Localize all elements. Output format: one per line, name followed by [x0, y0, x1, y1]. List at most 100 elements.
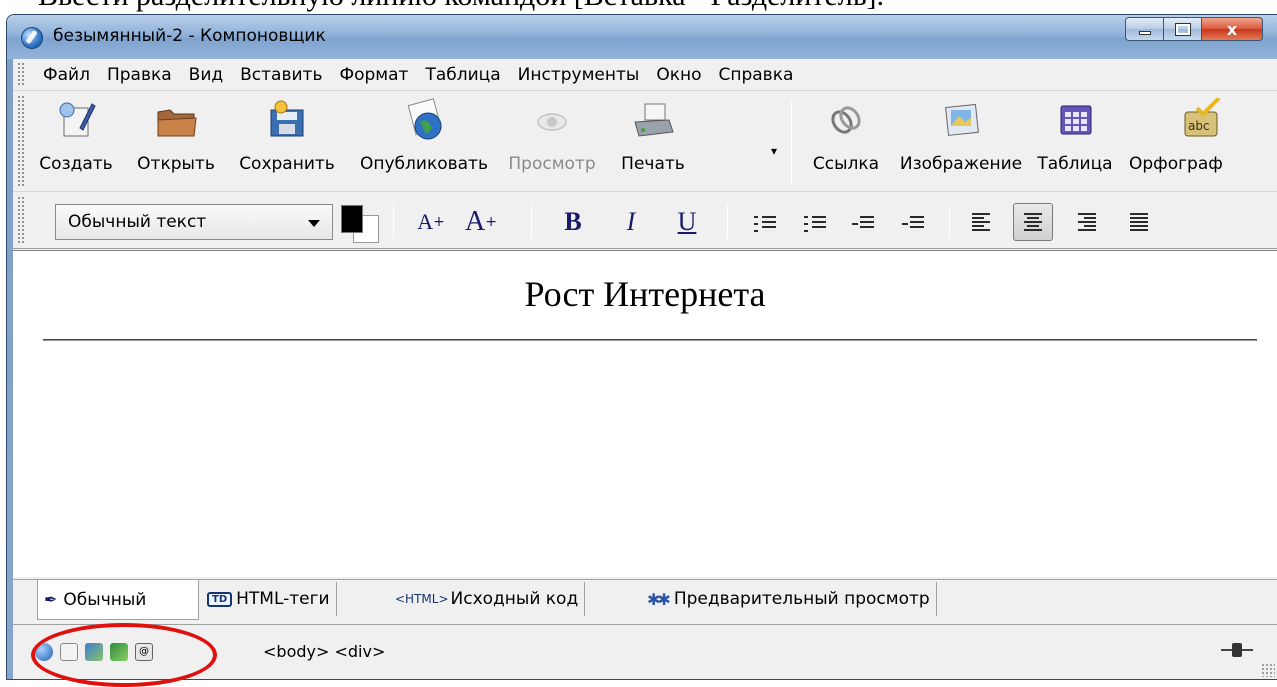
- formatbar-grip[interactable]: [17, 196, 25, 245]
- save-disk-icon: [270, 100, 304, 137]
- link-button[interactable]: Ссылка: [799, 96, 893, 186]
- print-dropdown-icon[interactable]: ▾: [771, 144, 777, 158]
- menu-tools[interactable]: Инструменты: [518, 65, 640, 85]
- spellcheck-label: Орфограф: [1129, 154, 1223, 174]
- paragraph-style-select[interactable]: Обычный текст: [55, 204, 333, 240]
- image-button[interactable]: Изображение: [893, 96, 1029, 186]
- table-label: Таблица: [1037, 154, 1113, 174]
- chevron-down-icon: [308, 220, 320, 227]
- window-controls: x: [1125, 17, 1263, 41]
- larger-font-button[interactable]: A +: [461, 203, 501, 241]
- menu-bar: Файл Правка Вид Вставить Формат Таблица …: [13, 59, 1277, 91]
- tab-source-label: Исходный код: [450, 589, 579, 609]
- table-icon: [1060, 105, 1092, 135]
- italic-button[interactable]: I: [611, 203, 651, 241]
- minimize-icon: [1138, 31, 1151, 35]
- tab-preview[interactable]: ✱✱ Предварительный просмотр: [641, 582, 937, 616]
- window-client-area: Файл Правка Вид Вставить Формат Таблица …: [13, 59, 1277, 687]
- minimize-button[interactable]: [1125, 17, 1163, 41]
- table-button[interactable]: Таблица: [1029, 96, 1121, 186]
- format-separator: [531, 205, 532, 239]
- document-heading[interactable]: Рост Интернета: [13, 273, 1277, 315]
- composition-toolbar: Создать Открыть Сохранить Опубликовать П…: [13, 92, 1277, 192]
- html-source-icon: <HTML>: [395, 592, 449, 606]
- link-chain-icon: [831, 106, 861, 134]
- justify-icon: [1130, 211, 1148, 233]
- align-left-icon: [972, 211, 990, 233]
- tab-source[interactable]: <HTML> Исходный код: [389, 582, 586, 616]
- foreground-color-swatch[interactable]: [341, 205, 363, 233]
- horizontal-rule[interactable]: [43, 339, 1257, 341]
- edit-mode-tabs: ✒ Обычный TD HTML-теги <HTML> Исходный к…: [13, 579, 1277, 621]
- menu-table[interactable]: Таблица: [425, 65, 500, 85]
- smaller-font-button[interactable]: A +: [411, 203, 451, 241]
- bullet-list-icon: [754, 213, 776, 232]
- close-button[interactable]: x: [1201, 17, 1263, 41]
- online-status-icon[interactable]: [1221, 643, 1253, 657]
- menu-view[interactable]: Вид: [189, 65, 223, 85]
- save-button[interactable]: Сохранить: [227, 96, 347, 186]
- align-center-icon: [1024, 211, 1042, 233]
- open-label: Открыть: [137, 154, 215, 174]
- menu-insert[interactable]: Вставить: [240, 65, 322, 85]
- align-right-button[interactable]: [1067, 203, 1107, 241]
- open-button[interactable]: Открыть: [125, 96, 227, 186]
- new-page-icon: [59, 102, 96, 137]
- menubar-grip[interactable]: [17, 62, 25, 87]
- tab-html-tags[interactable]: TD HTML-теги: [201, 582, 337, 616]
- printer-icon: [634, 103, 674, 137]
- new-button[interactable]: Создать: [27, 96, 125, 186]
- window-title: безымянный-2 - Компоновщик: [53, 26, 326, 46]
- larger-font-plus-icon: +: [485, 214, 497, 230]
- underline-icon: U: [677, 207, 697, 236]
- outdent-button[interactable]: [843, 203, 883, 241]
- larger-font-icon: A: [465, 206, 486, 237]
- underline-button[interactable]: U: [667, 203, 707, 241]
- numbered-list-icon: [804, 213, 826, 232]
- indent-icon: [902, 213, 924, 231]
- menu-format[interactable]: Формат: [339, 65, 408, 85]
- link-label: Ссылка: [812, 154, 880, 174]
- resize-grip-icon[interactable]: [1261, 663, 1275, 677]
- tab-normal[interactable]: ✒ Обычный: [37, 580, 199, 620]
- tab-html-tags-label: HTML-теги: [236, 589, 330, 609]
- tab-normal-label: Обычный: [63, 589, 147, 610]
- smaller-font-plus-icon: +: [433, 214, 445, 230]
- align-center-button[interactable]: [1013, 203, 1053, 241]
- align-right-icon: [1078, 211, 1096, 233]
- publish-label: Опубликовать: [360, 154, 488, 174]
- menu-window[interactable]: Окно: [656, 65, 701, 85]
- editor-area[interactable]: Рост Интернета: [13, 250, 1277, 577]
- spellcheck-button[interactable]: abc Орфограф: [1121, 96, 1277, 186]
- outdent-icon: [852, 213, 874, 231]
- toolbar-grip[interactable]: [17, 95, 25, 188]
- menu-edit[interactable]: Правка: [107, 65, 172, 85]
- spellcheck-icon: abc: [1184, 98, 1221, 137]
- justify-button[interactable]: [1119, 203, 1159, 241]
- menu-help[interactable]: Справка: [718, 65, 793, 85]
- composer-window: безымянный-2 - Компоновщик x Файл Правка…: [6, 14, 1277, 687]
- numbered-list-button[interactable]: [795, 203, 835, 241]
- highlight-annotation: [31, 623, 217, 687]
- tag-path[interactable]: <body> <div>: [263, 642, 385, 661]
- menu-file[interactable]: Файл: [43, 65, 90, 85]
- bold-button[interactable]: B: [553, 203, 593, 241]
- close-icon: x: [1226, 19, 1238, 39]
- text-color-picker[interactable]: [341, 205, 381, 245]
- open-folder-icon: [157, 109, 197, 137]
- publish-globe-icon: [407, 98, 442, 140]
- app-icon: [21, 27, 43, 49]
- svg-text:abc: abc: [1188, 119, 1210, 133]
- align-left-button[interactable]: [961, 203, 1001, 241]
- format-toolbar: Обычный текст A + A + B I U: [13, 193, 1277, 249]
- maximize-button[interactable]: [1163, 17, 1201, 41]
- publish-button[interactable]: Опубликовать: [349, 96, 499, 186]
- bullet-list-button[interactable]: [745, 203, 785, 241]
- save-label: Сохранить: [239, 154, 335, 174]
- toolbar-separator: [791, 100, 792, 184]
- bold-icon: B: [564, 207, 582, 236]
- print-button[interactable]: Печать: [605, 96, 701, 186]
- title-bar[interactable]: безымянный-2 - Компоновщик x: [7, 15, 1277, 59]
- indent-button[interactable]: [893, 203, 933, 241]
- format-separator: [393, 205, 394, 239]
